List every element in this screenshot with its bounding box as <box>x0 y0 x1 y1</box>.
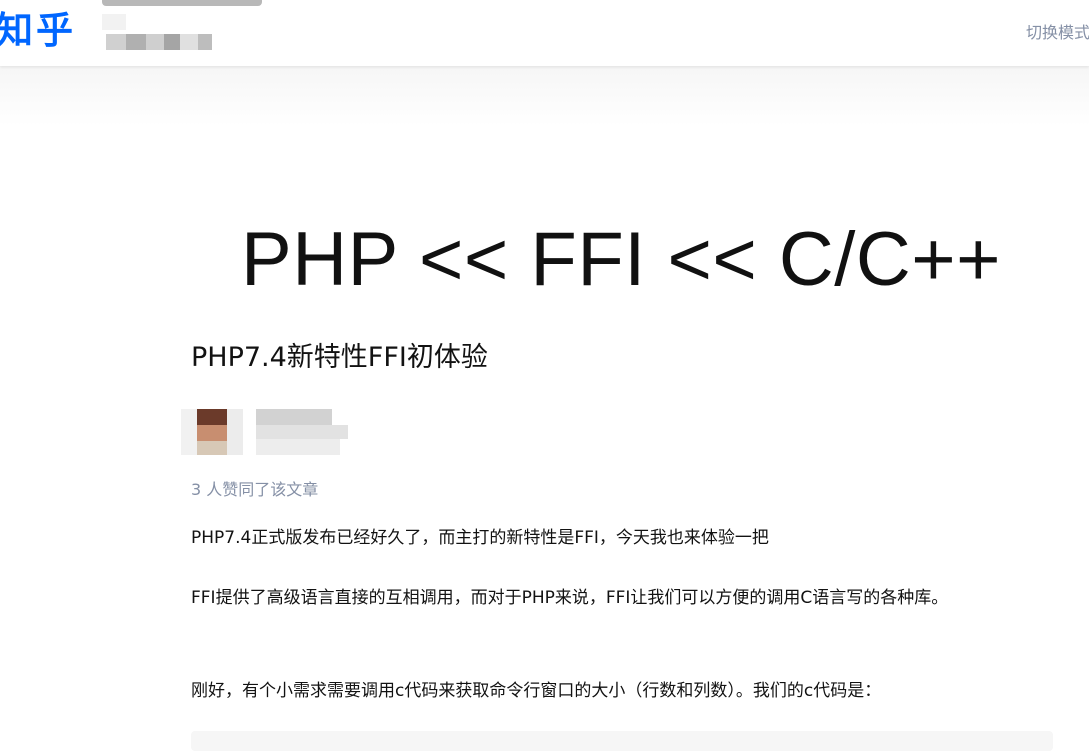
author-avatar[interactable] <box>181 409 243 455</box>
code-block <box>191 731 1053 751</box>
blurred-account-area[interactable] <box>96 0 272 62</box>
zhihu-logo[interactable]: 知乎 <box>0 8 76 54</box>
switch-mode-link[interactable]: 切换模式 <box>1026 22 1089 44</box>
article-title: PHP7.4新特性FFI初体验 <box>191 342 488 373</box>
author-name-blurred[interactable] <box>256 409 348 455</box>
top-navigation-bar: 知乎 切换模式 <box>0 0 1089 66</box>
title-banner-image: PHP << FFI << C/C++ <box>0 66 1089 336</box>
article-paragraph: 刚好，有个小需求需要调用c代码来获取命令行窗口的大小（行数和列数）。我们的c代码… <box>191 681 882 701</box>
article-paragraph: FFI提供了高级语言直接的互相调用，而对于PHP来说，FFI让我们可以方便的调用… <box>191 588 949 608</box>
banner-text: PHP << FFI << C/C++ <box>241 217 1001 302</box>
article-paragraph: PHP7.4正式版发布已经好久了，而主打的新特性是FFI，今天我也来体验一把 <box>191 528 769 548</box>
blurred-tab-shape <box>102 0 262 6</box>
vote-count: 3 人赞同了该文章 <box>191 480 319 499</box>
